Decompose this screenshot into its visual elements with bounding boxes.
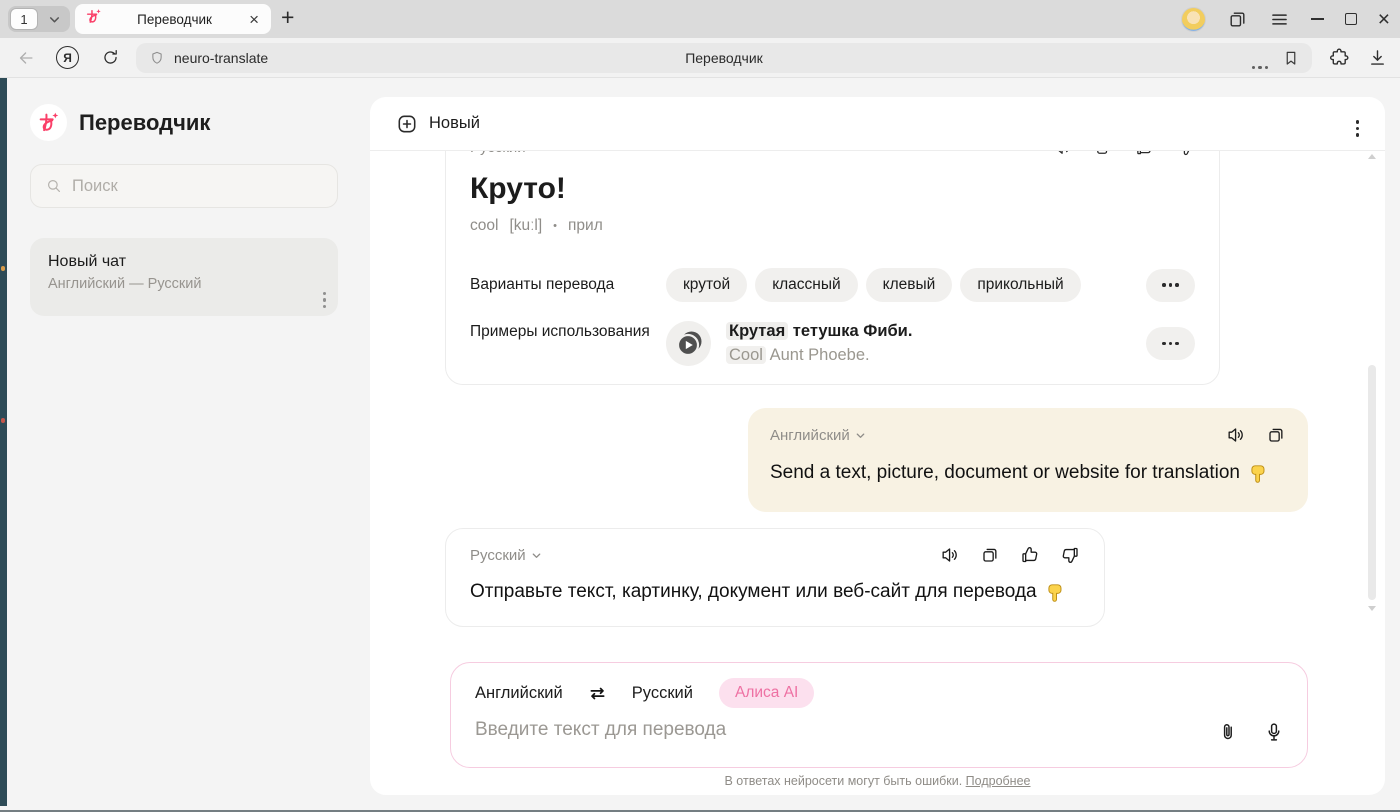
back-arrow-icon[interactable] (16, 48, 36, 68)
source-word: cool (470, 217, 498, 235)
example-source-highlight: Cool (726, 346, 766, 364)
browser-titlebar: 1 Переводчик × + × (0, 0, 1400, 38)
tab-favicon-translate-icon (85, 8, 102, 30)
transcription: [kuːl] (509, 217, 542, 235)
tab-counter-group[interactable]: 1 (8, 6, 70, 32)
bot-message-card: Русский Отправьте текст, картинку, докум… (445, 528, 1105, 627)
pointing-down-emoji (1044, 582, 1065, 603)
meta-separator: • (553, 220, 557, 232)
browser-tab[interactable]: Переводчик × (75, 4, 271, 34)
refresh-icon[interactable] (101, 48, 120, 67)
window-close-button[interactable]: × (1378, 9, 1390, 30)
scrollbar-up-arrow[interactable] (1368, 154, 1376, 159)
examples-row: Примеры использования Крутая тетушка Фиб… (470, 321, 1195, 366)
bookmark-icon[interactable] (1282, 49, 1300, 67)
chat-scroll-area[interactable]: Русский Круто! cool [kuːl] • прил Вариан… (370, 151, 1385, 640)
omnibox-page-title: Переводчик (136, 50, 1312, 66)
message-language-selector[interactable]: Русский (470, 547, 542, 564)
menu-hamburger-icon[interactable] (1269, 9, 1290, 30)
user-message-text: Send a text, picture, document or websit… (770, 462, 1268, 484)
variant-chip[interactable]: прикольный (960, 268, 1080, 302)
variant-chip[interactable]: классный (755, 268, 857, 302)
chat-kebab-menu-icon[interactable] (323, 282, 327, 308)
app-title: Переводчик (79, 110, 210, 136)
chat-list-item[interactable]: Новый чат Английский — Русский (30, 238, 338, 316)
thumb-up-icon[interactable] (1135, 151, 1154, 157)
more-examples-button[interactable] (1146, 327, 1195, 360)
pointing-down-emoji (1247, 463, 1268, 484)
variant-chip[interactable]: клевый (866, 268, 953, 302)
play-example-button[interactable] (666, 321, 711, 366)
result-language-selector[interactable]: Русский (470, 151, 542, 156)
search-box[interactable] (30, 164, 338, 208)
alice-ai-badge[interactable]: Алиса AI (719, 678, 814, 708)
window-minimize-button[interactable] (1311, 18, 1324, 20)
browser-toolbar: Я neuro-translate Переводчик (0, 38, 1400, 78)
more-dots-icon[interactable] (1252, 56, 1269, 74)
more-variants-button[interactable] (1146, 269, 1195, 302)
source-language-button[interactable]: Английский (475, 684, 563, 703)
example-text: Крутая тетушка Фиби. Cool Aunt Phoebe. (726, 322, 912, 365)
scrollbar-thumb[interactable] (1368, 365, 1376, 600)
tab-counter[interactable]: 1 (10, 8, 38, 30)
microphone-icon[interactable] (1263, 721, 1285, 743)
header-kebab-menu-icon[interactable] (1356, 111, 1360, 137)
paperclip-icon[interactable] (1217, 721, 1239, 743)
listen-icon[interactable] (1053, 151, 1072, 157)
browser-side-panel-strip[interactable] (0, 78, 7, 806)
yandex-logo[interactable]: Я (56, 46, 79, 69)
variant-chip[interactable]: крутой (666, 268, 747, 302)
thumb-up-icon[interactable] (1020, 545, 1040, 565)
search-icon (45, 177, 63, 195)
disclaimer: В ответах нейросети могут быть ошибки. П… (370, 774, 1385, 788)
copy-icon[interactable] (980, 545, 1000, 565)
scrollbar-down-arrow[interactable] (1368, 606, 1376, 611)
sidebar: Переводчик Новый чат Английский — Русски… (7, 78, 370, 806)
word-meta: cool [kuːl] • прил (470, 217, 603, 235)
swap-languages-icon[interactable] (587, 683, 608, 704)
examples-label: Примеры использования (470, 321, 666, 343)
translation-card: Русский Круто! cool [kuːl] • прил Вариан… (445, 151, 1220, 385)
window-maximize-button[interactable] (1345, 13, 1357, 25)
translate-logo (30, 104, 67, 141)
chat-header: Новый (370, 97, 1385, 151)
download-icon[interactable] (1367, 47, 1388, 68)
tab-panels-icon[interactable] (1227, 9, 1248, 30)
target-language-button[interactable]: Русский (632, 684, 693, 703)
variants-row: Варианты перевода крутой классный клевый… (470, 268, 1195, 302)
listen-icon[interactable] (940, 545, 960, 565)
profile-avatar[interactable] (1181, 7, 1206, 32)
search-input[interactable] (72, 177, 312, 196)
user-message-bubble: Английский Send a text, picture, documen… (748, 408, 1308, 512)
composer: Английский Русский Алиса AI (450, 662, 1308, 768)
copy-icon[interactable] (1094, 151, 1113, 157)
headword: Круто! (470, 172, 566, 206)
chat-title: Новый чат (48, 253, 320, 271)
bot-message-text: Отправьте текст, картинку, документ или … (470, 581, 1065, 603)
chat-subtitle: Английский — Русский (48, 276, 320, 292)
part-of-speech: прил (568, 217, 603, 235)
variants-label: Варианты перевода (470, 276, 666, 294)
thumb-down-icon[interactable] (1176, 151, 1195, 157)
listen-icon[interactable] (1226, 425, 1246, 445)
thumb-down-icon[interactable] (1060, 545, 1080, 565)
tab-title: Переводчик (102, 12, 247, 27)
plus-square-icon[interactable] (396, 113, 418, 135)
tab-close-icon[interactable]: × (247, 11, 261, 28)
example-target-highlight: Крутая (726, 322, 788, 340)
translation-card-actions-clipped: Русский (446, 151, 1219, 156)
extensions-puzzle-icon[interactable] (1329, 47, 1350, 68)
chat-panel: Новый Русский Круто! cool [kuːl] (370, 97, 1385, 795)
address-bar[interactable]: neuro-translate Переводчик (136, 43, 1312, 73)
tab-list-chevron-icon[interactable] (48, 13, 61, 26)
message-language-selector[interactable]: Английский (770, 427, 866, 444)
translate-input[interactable] (475, 719, 1135, 741)
new-tab-button[interactable]: + (281, 4, 294, 31)
disclaimer-link[interactable]: Подробнее (966, 774, 1031, 788)
copy-icon[interactable] (1266, 425, 1286, 445)
new-chat-button[interactable]: Новый (429, 114, 480, 133)
